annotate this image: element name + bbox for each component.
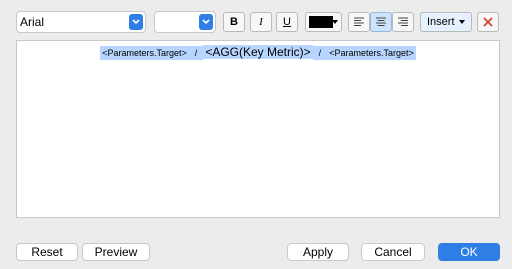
apply-button[interactable]: Apply: [287, 243, 349, 261]
font-family-select[interactable]: Arial: [16, 11, 146, 33]
close-icon: [483, 17, 493, 27]
text-color-caret-icon: [332, 20, 338, 24]
align-right-icon: [398, 17, 408, 26]
cancel-button[interactable]: Cancel: [361, 243, 425, 261]
reset-button[interactable]: Reset: [16, 243, 78, 261]
chevron-down-icon: [458, 20, 465, 24]
preview-button[interactable]: Preview: [82, 243, 150, 261]
font-size-select[interactable]: [154, 11, 216, 33]
insert-label: Insert: [427, 16, 455, 28]
font-family-dropdown-icon[interactable]: [129, 14, 143, 30]
text-color-button[interactable]: [305, 12, 342, 32]
text-editor[interactable]: <Parameters.Target> / <AGG(Key Metric)> / <P…: [16, 40, 500, 218]
agg-key-metric: <AGG(Key Metric)>: [203, 45, 313, 59]
align-left-icon: [354, 17, 364, 26]
font-family-value: Arial: [20, 15, 45, 29]
param-target-right: <Parameters.Target>: [327, 46, 416, 60]
align-center-button[interactable]: [370, 12, 392, 32]
separator-left: /: [188, 46, 204, 60]
insert-button[interactable]: Insert: [420, 12, 472, 32]
text-color-swatch: [309, 16, 333, 28]
param-target-left: <Parameters.Target>: [100, 46, 189, 60]
align-center-icon: [376, 17, 386, 26]
font-size-dropdown-icon[interactable]: [199, 14, 213, 30]
ok-button[interactable]: OK: [438, 243, 500, 261]
italic-button[interactable]: I: [250, 12, 272, 32]
editor-line: <Parameters.Target> / <AGG(Key Metric)> / <P…: [17, 45, 499, 60]
underline-button[interactable]: U: [276, 12, 298, 32]
editor-toolbar: Arial B I U Insert: [0, 0, 512, 40]
align-right-button[interactable]: [392, 12, 414, 32]
delete-button[interactable]: [477, 12, 499, 32]
separator-right: /: [312, 46, 328, 60]
align-left-button[interactable]: [348, 12, 370, 32]
bold-button[interactable]: B: [223, 12, 245, 32]
